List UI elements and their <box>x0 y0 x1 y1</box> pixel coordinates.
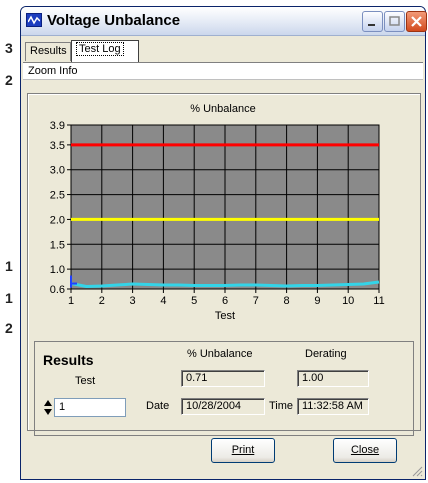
voltage-unbalance-window: Voltage Unbalance Results Test Log Zoom … <box>20 6 427 480</box>
close-window-button[interactable] <box>406 11 427 32</box>
print-button[interactable]: Print <box>211 438 275 463</box>
x-tick-label: 7 <box>253 295 259 307</box>
results-heading: Results <box>43 352 94 368</box>
desktop-fragment: 1 <box>5 290 13 306</box>
tab-test-log-label: Test Log <box>76 42 124 56</box>
y-tick-label: 3.0 <box>50 165 65 177</box>
minimize-icon <box>368 24 375 26</box>
date-value: 10/28/2004 <box>181 398 265 415</box>
test-number-input[interactable]: 1 <box>54 398 126 417</box>
x-tick-label: 3 <box>130 295 136 307</box>
y-tick-label: 1.5 <box>50 239 65 251</box>
time-value: 11:32:58 AM <box>297 398 369 415</box>
results-group: Results Test 1 % Unbalance 0.71 Derating… <box>34 341 414 436</box>
title-bar[interactable]: Voltage Unbalance <box>21 7 427 36</box>
date-label: Date <box>146 400 170 412</box>
y-tick-label: 1.0 <box>50 264 65 276</box>
print-button-label: Print <box>231 444 255 456</box>
x-tick-label: 4 <box>160 295 166 307</box>
y-tick-label: 2.5 <box>50 190 65 202</box>
test-spinner-icon[interactable] <box>43 398 53 417</box>
menu-bar: Zoom Info <box>23 62 423 80</box>
desktop-fragment: 3 <box>5 40 13 56</box>
desktop-fragment: 2 <box>5 72 13 88</box>
x-tick-label: 1 <box>68 295 74 307</box>
x-tick-label: 9 <box>314 295 320 307</box>
x-tick-label: 5 <box>191 295 197 307</box>
derating-value: 1.00 <box>297 370 369 387</box>
y-tick-label: 2.0 <box>50 214 65 226</box>
x-tick-label: 11 <box>373 295 384 307</box>
tab-test-log[interactable]: Test Log <box>71 40 139 62</box>
close-button-label: Close <box>350 444 380 456</box>
y-tick-label: 3.9 <box>50 120 65 132</box>
minimize-button[interactable] <box>362 11 383 32</box>
test-label: Test <box>75 375 96 387</box>
tab-results[interactable]: Results <box>25 42 71 61</box>
chart-title: % Unbalance <box>190 103 256 115</box>
unbalance-value: 0.71 <box>181 370 265 387</box>
desktop-fragment: 1 <box>5 258 13 274</box>
window-title: Voltage Unbalance <box>47 12 181 29</box>
maximize-button[interactable] <box>384 11 405 32</box>
unbalance-label: % Unbalance <box>187 348 253 360</box>
y-tick-label: 3.5 <box>50 140 65 152</box>
desktop-fragment: 2 <box>5 320 13 336</box>
time-label: Time <box>269 400 294 412</box>
x-tick-label: 10 <box>342 295 354 307</box>
resize-grip-icon[interactable] <box>411 465 423 477</box>
menu-zoom-info[interactable]: Zoom Info <box>28 65 78 77</box>
close-button[interactable]: Close <box>333 438 397 463</box>
app-waveform-icon <box>26 13 42 27</box>
y-tick-label: 0.6 <box>50 284 65 296</box>
x-axis-label: Test <box>215 310 235 322</box>
x-tick-label: 2 <box>99 295 105 307</box>
derating-label: Derating <box>305 348 347 360</box>
x-tick-label: 6 <box>222 295 228 307</box>
maximize-icon <box>389 16 400 26</box>
close-icon <box>411 16 422 27</box>
unbalance-chart: 1 2 3 4 5 6 7 8 9 10 11 0.6 1.0 1.5 2.0 2.5 3.0 3.5 3.9 Tes… <box>50 120 385 322</box>
x-tick-label: 8 <box>284 295 290 307</box>
